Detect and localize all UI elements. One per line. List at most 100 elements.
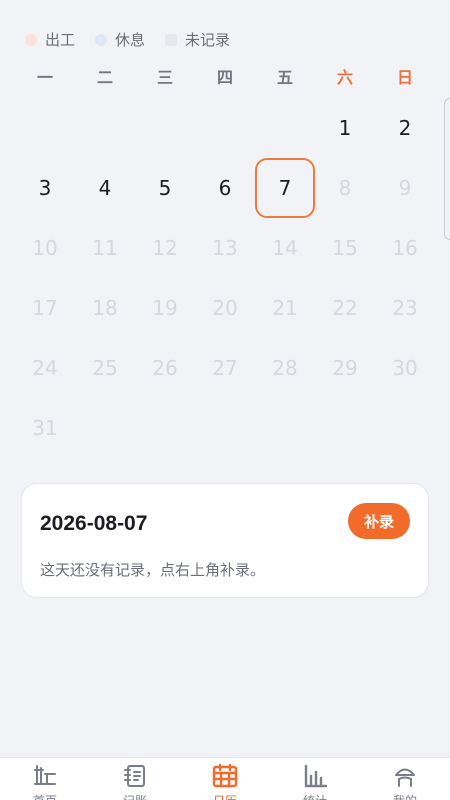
- calendar-day-27[interactable]: 27: [195, 338, 255, 398]
- calendar-day-label: 16: [392, 236, 418, 260]
- calendar-day-5[interactable]: 5: [135, 158, 195, 218]
- calendar-day-11[interactable]: 11: [75, 218, 135, 278]
- weekday-tue: 二: [96, 68, 113, 87]
- supplement-button[interactable]: 补录: [348, 503, 410, 539]
- calendar-day-23[interactable]: 23: [375, 278, 435, 338]
- calendar-day-label: 2: [398, 116, 412, 140]
- calendar-day-26[interactable]: 26: [135, 338, 195, 398]
- weekday-sat: 六: [336, 68, 353, 87]
- nav-item-calendar[interactable]: 日历: [180, 758, 270, 800]
- calendar-day-7[interactable]: 7: [255, 158, 315, 218]
- calendar-day-21[interactable]: 21: [255, 278, 315, 338]
- calendar-day-label: 12: [152, 236, 178, 260]
- calendar-day-label: 14: [272, 236, 298, 260]
- card-hint: 这天还没有记录，点右上角补录。: [40, 561, 266, 579]
- calendar-day-3[interactable]: 3: [15, 158, 75, 218]
- calendar-day-label: 22: [332, 296, 358, 320]
- day-detail-card: 2026-08-07 补录 这天还没有记录，点右上角补录。: [21, 483, 429, 598]
- user-icon: [395, 768, 415, 787]
- nav-item-stats[interactable]: 统计: [270, 758, 360, 800]
- calendar-day-13[interactable]: 13: [195, 218, 255, 278]
- calendar-day-9[interactable]: 9: [375, 158, 435, 218]
- nav-label: 我的: [393, 792, 417, 800]
- unrecorded-square-icon: [165, 33, 178, 46]
- calendar-day-label: 28: [272, 356, 298, 380]
- bottom-nav: 首页 记账 日历 统计 我的: [0, 757, 450, 800]
- calendar-day-label: 6: [218, 176, 232, 200]
- calendar-day-label: 31: [32, 416, 58, 440]
- nav-item-ledger[interactable]: 记账: [90, 758, 180, 800]
- calendar-day-label: 11: [92, 236, 118, 260]
- calendar-day-label: 23: [392, 296, 418, 320]
- calendar-page: 出工 休息 未记录 一 二 三 四 五 六 日 1 2 3 4 5 6 7 8 9 10 11 12 1…: [0, 0, 450, 800]
- calendar-day-label: 10: [32, 236, 58, 260]
- calendar-day-14[interactable]: 14: [255, 218, 315, 278]
- calendar-day-4[interactable]: 4: [75, 158, 135, 218]
- nav-item-mine[interactable]: 我的: [360, 758, 450, 800]
- selected-day-ring: [255, 158, 315, 218]
- calendar-day-16[interactable]: 16: [375, 218, 435, 278]
- calendar-icon: [212, 763, 238, 788]
- calendar-grid: 1 2 3 4 5 6 7 8 9 10 11 12 13 14 15 16 17 18 19 20 21 22 23 24 2…: [15, 98, 435, 458]
- calendar-day-17[interactable]: 17: [15, 278, 75, 338]
- nav-label: 日历: [213, 792, 237, 800]
- calendar-blank: [255, 98, 315, 158]
- weekday-header: 一 二 三 四 五 六 日: [15, 64, 435, 88]
- nav-label: 记账: [123, 792, 147, 800]
- calendar-day-label: 15: [332, 236, 358, 260]
- chart-icon: [304, 764, 328, 788]
- calendar-day-label: 21: [272, 296, 298, 320]
- nav-label: 首页: [33, 792, 57, 800]
- legend-item-rest: 休息: [95, 29, 145, 50]
- rest-dot-icon: [95, 33, 108, 46]
- calendar-day-19[interactable]: 19: [135, 278, 195, 338]
- legend: 出工 休息 未记录: [25, 29, 230, 50]
- ledger-icon: [124, 765, 145, 787]
- nav-item-home[interactable]: 首页: [0, 758, 90, 800]
- calendar-day-label: 19: [152, 296, 178, 320]
- calendar-day-8[interactable]: 8: [315, 158, 375, 218]
- calendar-day-20[interactable]: 20: [195, 278, 255, 338]
- calendar-day-22[interactable]: 22: [315, 278, 375, 338]
- calendar-day-label: 20: [212, 296, 238, 320]
- calendar-day-28[interactable]: 28: [255, 338, 315, 398]
- calendar-day-6[interactable]: 6: [195, 158, 255, 218]
- calendar-day-30[interactable]: 30: [375, 338, 435, 398]
- calendar-day-label: 24: [32, 356, 58, 380]
- legend-label: 休息: [115, 31, 146, 49]
- calendar-blank: [75, 98, 135, 158]
- calendar-day-10[interactable]: 10: [15, 218, 75, 278]
- calendar-day-label: 13: [212, 236, 238, 260]
- calendar-day-label: 29: [332, 356, 358, 380]
- legend-item-work: 出工: [25, 29, 75, 50]
- scroll-handle[interactable]: [444, 98, 450, 240]
- calendar-day-15[interactable]: 15: [315, 218, 375, 278]
- calendar-day-label: 30: [392, 356, 418, 380]
- work-dot-icon: [25, 33, 37, 46]
- calendar-day-label: 25: [92, 356, 118, 380]
- legend-label: 未记录: [185, 31, 231, 49]
- calendar-day-label: 3: [38, 176, 52, 200]
- weekday-sun: 日: [396, 68, 413, 87]
- legend-label: 出工: [45, 31, 76, 49]
- calendar-day-label: 5: [158, 176, 172, 200]
- calendar-day-18[interactable]: 18: [75, 278, 135, 338]
- weekday-fri: 五: [276, 68, 293, 87]
- calendar-day-label: 18: [92, 296, 118, 320]
- calendar-day-label: 9: [398, 176, 412, 200]
- home-icon: [34, 765, 56, 785]
- calendar-day-label: 1: [338, 116, 352, 140]
- calendar-day-31[interactable]: 31: [15, 398, 75, 458]
- calendar-day-label: 26: [152, 356, 178, 380]
- calendar-day-1[interactable]: 1: [315, 98, 375, 158]
- calendar-day-25[interactable]: 25: [75, 338, 135, 398]
- calendar-day-label: 4: [98, 176, 112, 200]
- calendar-day-label: 17: [32, 296, 58, 320]
- calendar-day-2[interactable]: 2: [375, 98, 435, 158]
- weekday-thu: 四: [216, 68, 233, 87]
- calendar-day-12[interactable]: 12: [135, 218, 195, 278]
- calendar-day-24[interactable]: 24: [15, 338, 75, 398]
- weekday-mon: 一: [36, 68, 53, 87]
- calendar-day-29[interactable]: 29: [315, 338, 375, 398]
- calendar-blank: [15, 98, 75, 158]
